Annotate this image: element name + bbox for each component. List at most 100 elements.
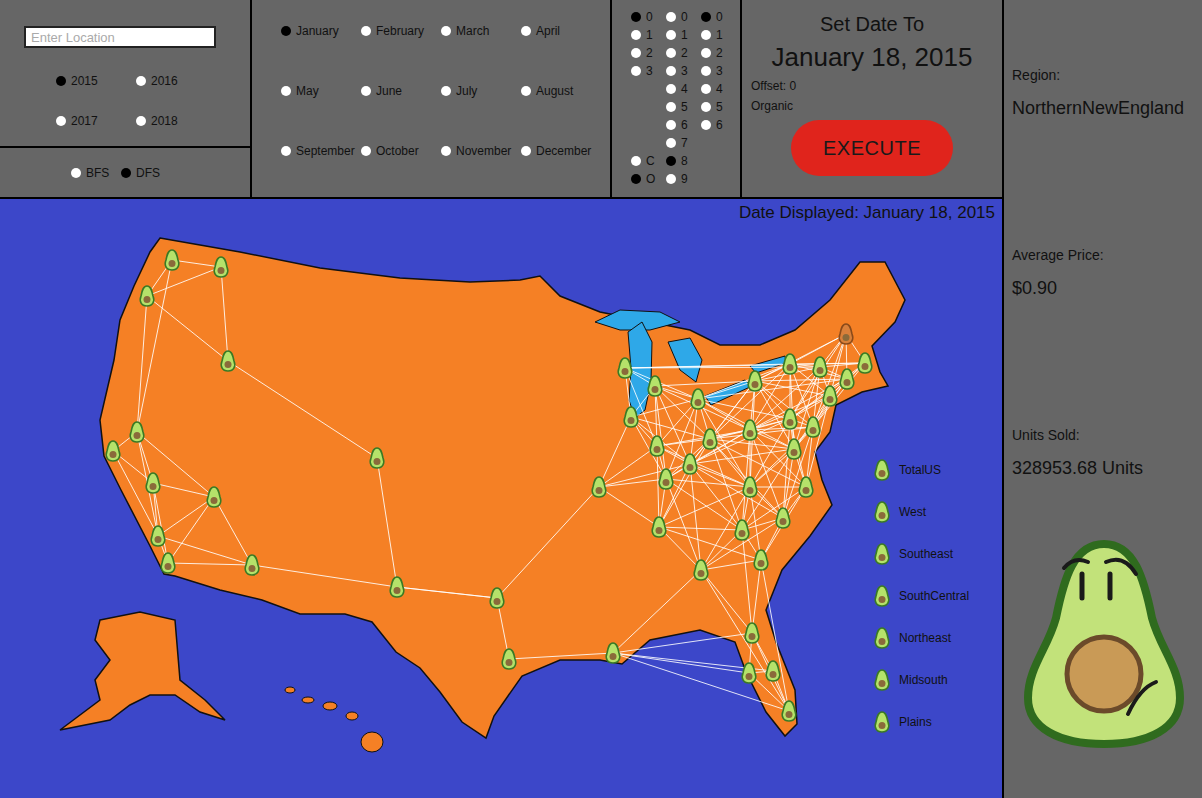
radio-option[interactable]: August — [521, 82, 601, 100]
radio-dot[interactable] — [666, 102, 676, 112]
legend-item[interactable]: Plains — [873, 701, 969, 743]
radio-option[interactable]: 4 — [666, 80, 701, 98]
radio-dot[interactable] — [701, 102, 711, 112]
radio-option[interactable]: December — [521, 142, 601, 160]
map-pin[interactable] — [502, 649, 516, 669]
radio-option[interactable]: 2 — [631, 44, 666, 62]
map-pin[interactable] — [858, 353, 872, 373]
map-pin[interactable] — [839, 324, 853, 344]
map-pin[interactable] — [766, 661, 780, 681]
map-pin[interactable] — [787, 439, 801, 459]
radio-option[interactable]: DFS — [121, 164, 171, 182]
map-pin[interactable] — [691, 389, 705, 409]
radio-option[interactable]: January — [281, 22, 361, 40]
map-pin[interactable] — [151, 526, 165, 546]
map-pin[interactable] — [140, 286, 154, 306]
map-pin[interactable] — [683, 454, 697, 474]
radio-dot[interactable] — [281, 26, 291, 36]
radio-option[interactable]: 0 — [631, 8, 666, 26]
radio-option[interactable]: 9 — [666, 170, 701, 188]
map-pin[interactable] — [161, 553, 175, 573]
legend-item[interactable]: Southeast — [873, 533, 969, 575]
legend-item[interactable]: Northeast — [873, 617, 969, 659]
map-pin[interactable] — [735, 520, 749, 540]
radio-dot[interactable] — [631, 156, 641, 166]
radio-option[interactable]: July — [441, 82, 521, 100]
map-pin[interactable] — [783, 409, 797, 429]
radio-dot[interactable] — [666, 84, 676, 94]
radio-dot[interactable] — [361, 146, 371, 156]
radio-dot[interactable] — [666, 48, 676, 58]
legend-item[interactable]: Midsouth — [873, 659, 969, 701]
radio-dot[interactable] — [631, 30, 641, 40]
radio-option[interactable]: October — [361, 142, 441, 160]
radio-dot[interactable] — [666, 156, 676, 166]
radio-dot[interactable] — [521, 86, 531, 96]
radio-option[interactable]: 6 — [666, 116, 701, 134]
radio-option[interactable]: April — [521, 22, 601, 40]
location-input[interactable] — [24, 26, 216, 48]
radio-option[interactable]: June — [361, 82, 441, 100]
radio-dot[interactable] — [701, 120, 711, 130]
map-pin[interactable] — [606, 643, 620, 663]
radio-option[interactable]: 2 — [701, 44, 736, 62]
radio-option[interactable]: 3 — [631, 62, 666, 80]
map-pin[interactable] — [694, 560, 708, 580]
map-pin[interactable] — [207, 487, 221, 507]
map-pin[interactable] — [214, 257, 228, 277]
map-pin[interactable] — [130, 422, 144, 442]
radio-option[interactable]: February — [361, 22, 441, 40]
map-pin[interactable] — [221, 351, 235, 371]
radio-option[interactable]: 8 — [666, 152, 701, 170]
radio-option[interactable]: September — [281, 142, 361, 160]
radio-dot[interactable] — [701, 66, 711, 76]
legend-item[interactable]: TotalUS — [873, 449, 969, 491]
radio-dot[interactable] — [136, 76, 146, 86]
map-pin[interactable] — [799, 477, 813, 497]
radio-dot[interactable] — [56, 116, 66, 126]
radio-dot[interactable] — [631, 12, 641, 22]
us-map[interactable] — [0, 199, 1002, 798]
radio-dot[interactable] — [361, 26, 371, 36]
radio-dot[interactable] — [631, 66, 641, 76]
radio-dot[interactable] — [121, 168, 131, 178]
map-pin[interactable] — [813, 357, 827, 377]
radio-dot[interactable] — [71, 168, 81, 178]
radio-option[interactable]: May — [281, 82, 361, 100]
radio-dot[interactable] — [701, 84, 711, 94]
map-pin[interactable] — [745, 623, 759, 643]
radio-option[interactable]: 0 — [666, 8, 701, 26]
radio-dot[interactable] — [701, 30, 711, 40]
map-pin[interactable] — [648, 376, 662, 396]
radio-option[interactable]: 3 — [666, 62, 701, 80]
map-pin[interactable] — [659, 469, 673, 489]
map-pin[interactable] — [776, 508, 790, 528]
map-pin[interactable] — [782, 701, 796, 721]
radio-option[interactable]: C — [631, 152, 666, 170]
radio-dot[interactable] — [56, 76, 66, 86]
map-pin[interactable] — [743, 420, 757, 440]
radio-dot[interactable] — [701, 12, 711, 22]
map-pin[interactable] — [624, 407, 638, 427]
radio-dot[interactable] — [666, 30, 676, 40]
map-pin[interactable] — [490, 588, 504, 608]
radio-dot[interactable] — [701, 48, 711, 58]
radio-option[interactable]: March — [441, 22, 521, 40]
execute-button[interactable]: EXECUTE — [791, 120, 953, 176]
map-pin[interactable] — [165, 250, 179, 270]
radio-option[interactable]: 2 — [666, 44, 701, 62]
radio-option[interactable]: O — [631, 170, 666, 188]
map-pin[interactable] — [742, 663, 756, 683]
radio-dot[interactable] — [666, 66, 676, 76]
map-pin[interactable] — [840, 369, 854, 389]
radio-option[interactable]: November — [441, 142, 521, 160]
radio-dot[interactable] — [136, 116, 146, 126]
map-pin[interactable] — [370, 448, 384, 468]
radio-dot[interactable] — [281, 146, 291, 156]
map-pin[interactable] — [743, 477, 757, 497]
radio-dot[interactable] — [361, 86, 371, 96]
radio-option[interactable]: 7 — [666, 134, 701, 152]
map-pin[interactable] — [823, 386, 837, 406]
radio-option[interactable]: 2017 — [56, 112, 136, 130]
radio-dot[interactable] — [666, 174, 676, 184]
